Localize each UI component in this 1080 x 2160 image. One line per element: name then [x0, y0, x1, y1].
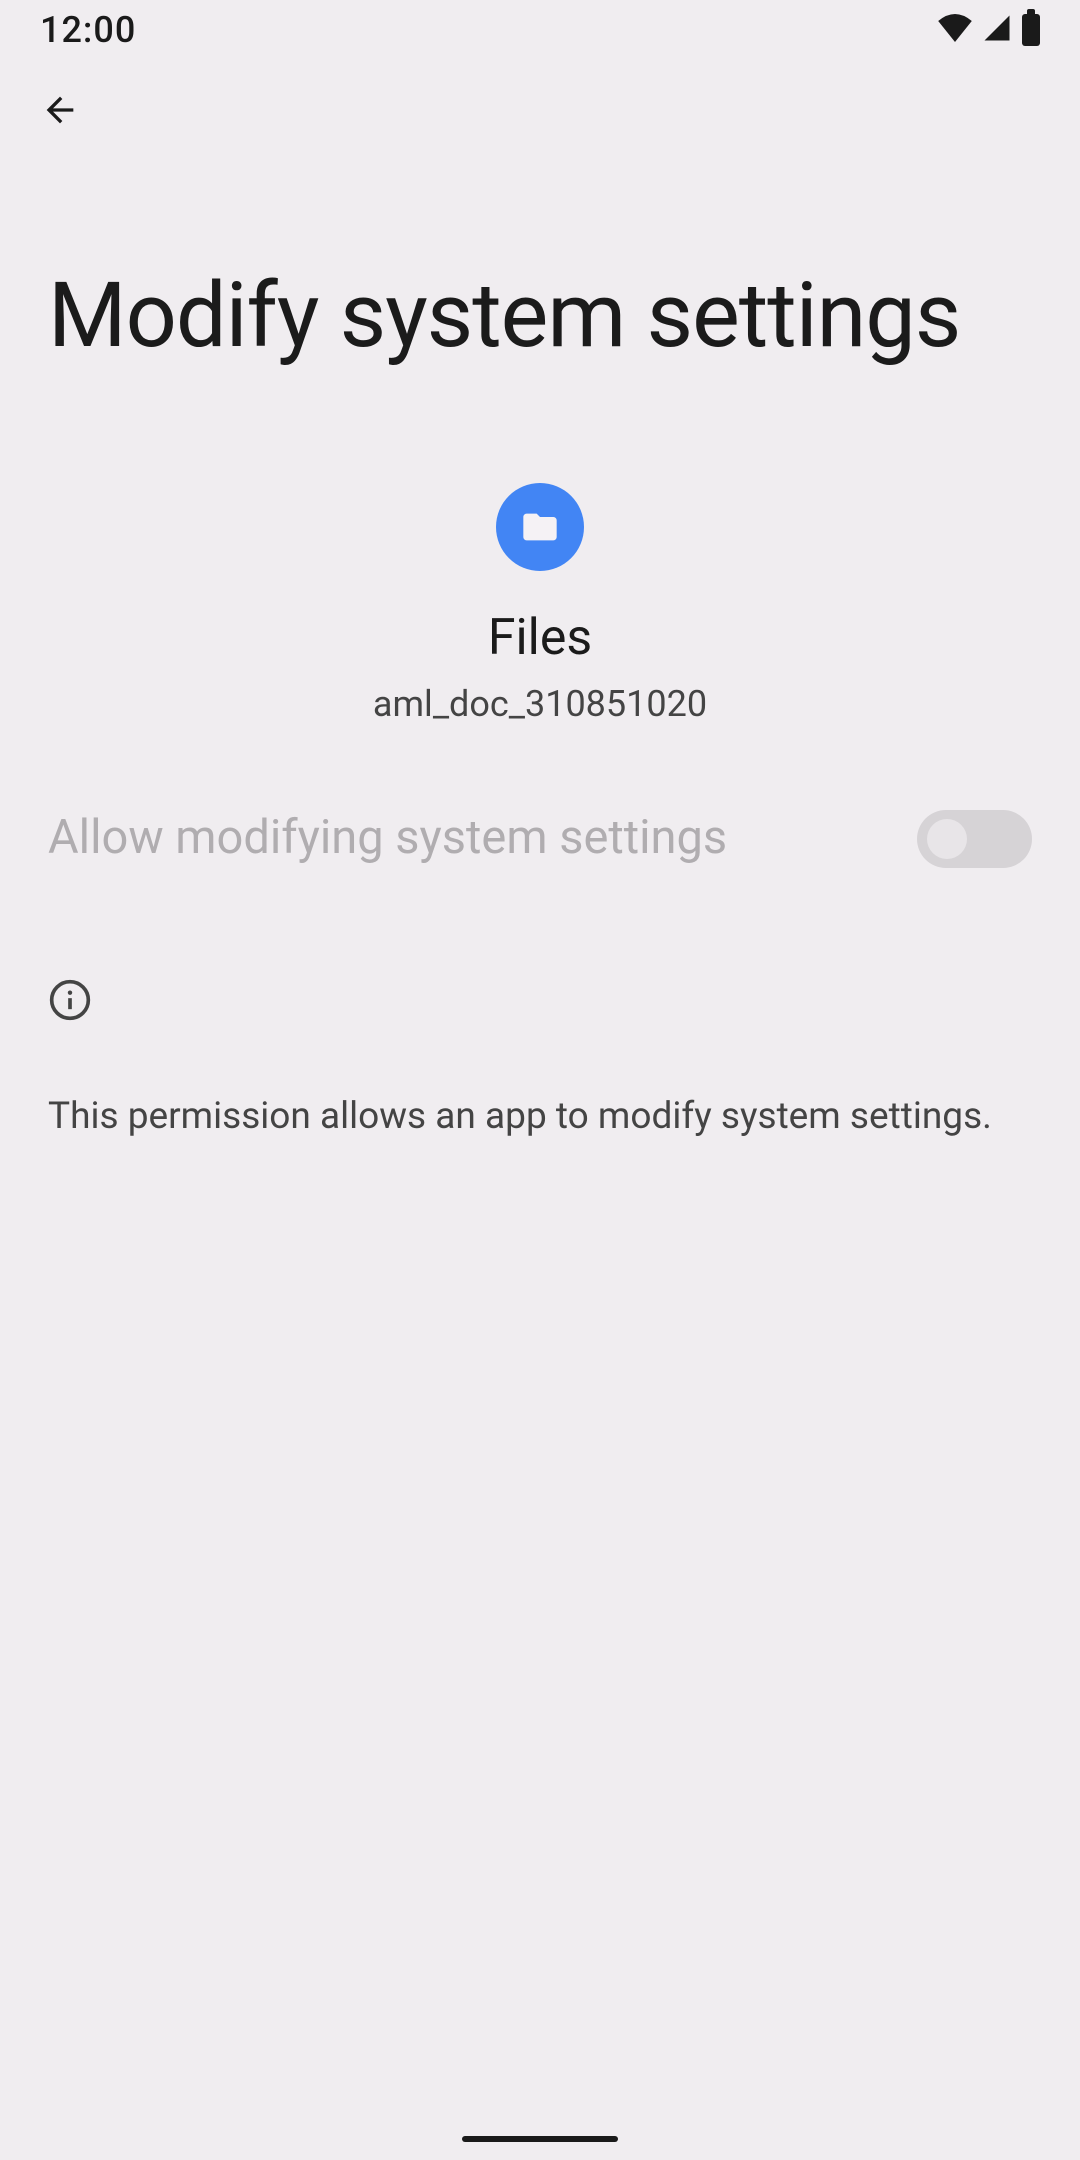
signal-icon: [982, 13, 1012, 47]
permission-toggle[interactable]: [917, 810, 1032, 868]
wifi-icon: [938, 14, 972, 46]
back-button[interactable]: [0, 60, 1080, 154]
app-version: aml_doc_310851020: [373, 683, 707, 725]
folder-icon: [516, 507, 564, 547]
status-bar: 12:00: [0, 0, 1080, 60]
app-info-section: Files aml_doc_310851020: [0, 368, 1080, 725]
info-section: This permission allows an app to modify …: [0, 868, 1080, 1142]
info-description: This permission allows an app to modify …: [48, 1092, 1032, 1142]
battery-icon: [1022, 14, 1040, 46]
info-icon: [48, 978, 92, 1022]
app-icon: [496, 483, 584, 571]
status-time: 12:00: [40, 9, 136, 51]
back-arrow-icon: [40, 90, 80, 130]
app-name: Files: [488, 609, 592, 667]
permission-label: Allow modifying system settings: [48, 811, 917, 865]
navigation-indicator[interactable]: [462, 2136, 618, 2142]
page-title: Modify system settings: [0, 154, 1080, 368]
permission-toggle-row: Allow modifying system settings: [0, 725, 1080, 868]
status-icons: [938, 13, 1040, 47]
toggle-thumb: [927, 819, 967, 859]
